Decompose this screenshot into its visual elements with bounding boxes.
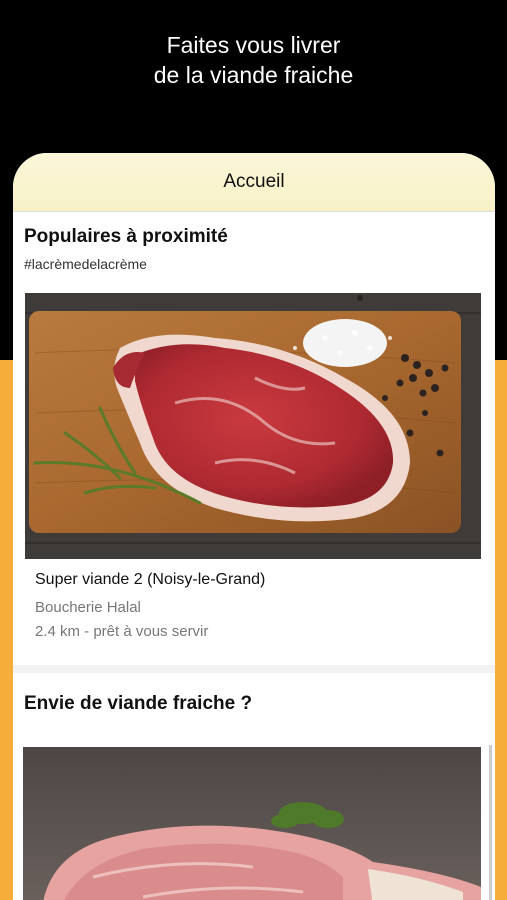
popular-section-title: Populaires à proximité [24,226,228,247]
fresh-meat-card-image[interactable] [23,747,481,900]
butcher-distance: 2.4 km - prêt à vous servir [35,623,209,640]
popular-hashtag: #lacrèmedelacrème [24,256,147,272]
butcher-card-image[interactable] [25,293,481,559]
navigation-bar: Accueil [13,153,495,212]
promo-caption-line1: Faites vous livrer [166,32,341,58]
scroll-indicator[interactable] [489,745,492,900]
steak-photo [25,293,481,559]
phone-screen: Accueil Populaires à proximité #lacrèmed… [13,153,495,900]
promo-caption-line2: de la viande fraiche [153,62,354,88]
butcher-name[interactable]: Super viande 2 (Noisy-le-Grand) [35,571,265,589]
nav-title: Accueil [223,171,285,192]
fresh-section-title: Envie de viande fraiche ? [24,693,253,714]
section-divider [13,665,495,673]
lamb-photo [23,747,481,900]
promo-caption: Faites vous livrer de la viande fraiche [0,30,507,90]
butcher-type: Boucherie Halal [35,599,141,616]
